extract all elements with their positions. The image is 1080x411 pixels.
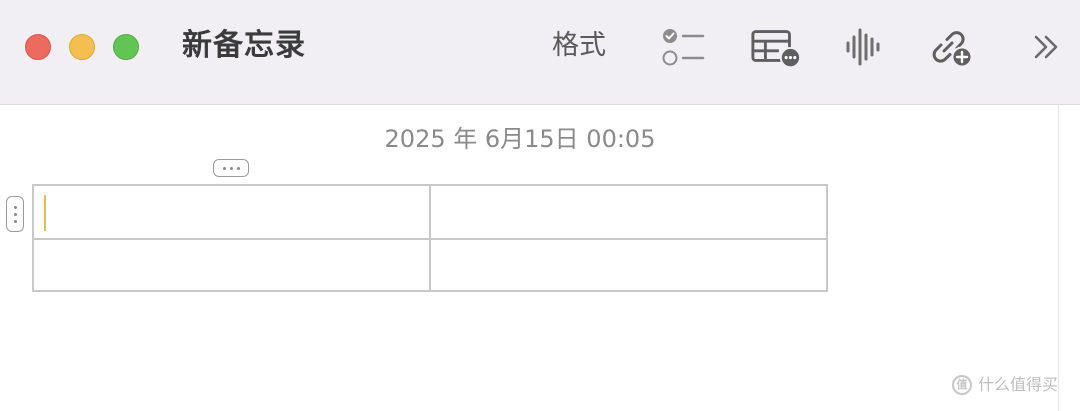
table-cell[interactable] (429, 238, 828, 292)
more-tools-button[interactable] (1022, 24, 1070, 70)
notes-window: 新备忘录 格式 2025 年 6月15日 00:05 值 什么值得买 (0, 0, 1080, 411)
text-caret (44, 195, 46, 231)
row-handle-dot (13, 205, 17, 209)
table-cell[interactable] (32, 184, 431, 240)
watermark-logo: 值 (952, 375, 972, 395)
minimize-window-button[interactable] (69, 34, 95, 60)
table-cell[interactable] (32, 238, 431, 292)
table-options-icon (751, 30, 802, 69)
table-cell[interactable] (429, 184, 828, 240)
note-date: 2025 年 6月15日 00:05 (384, 125, 656, 153)
zoom-window-button[interactable] (113, 34, 139, 60)
close-window-button[interactable] (25, 34, 51, 60)
column-handle[interactable] (213, 159, 249, 177)
column-handle-dot (236, 166, 240, 170)
checklist-icon (662, 29, 705, 66)
row-handle[interactable] (6, 196, 24, 232)
table-button[interactable] (750, 24, 802, 70)
checklist-button[interactable] (656, 24, 708, 70)
audio-button[interactable] (836, 24, 888, 70)
format-button[interactable]: 格式 (552, 28, 606, 64)
add-link-button[interactable] (924, 24, 976, 70)
column-handle-dot (222, 166, 226, 170)
audio-waveform-icon (846, 28, 880, 66)
column-handle-dot (229, 166, 233, 170)
window-title: 新备忘录 (182, 28, 306, 63)
vertical-scrollbar[interactable] (1058, 105, 1080, 411)
chevron-double-right-icon (1034, 35, 1058, 59)
toolbar: 新备忘录 格式 (0, 0, 1080, 105)
watermark-text: 什么值得买 (978, 375, 1059, 394)
table-row (32, 238, 828, 292)
table-row (32, 184, 828, 240)
note-table (32, 184, 828, 292)
add-link-icon (932, 31, 973, 68)
note-editor[interactable]: 2025 年 6月15日 00:05 值 什么值得买 (0, 105, 1058, 411)
row-handle-dot (13, 212, 17, 216)
watermark: 值 什么值得买 (952, 374, 1058, 396)
row-handle-dot (13, 219, 17, 223)
